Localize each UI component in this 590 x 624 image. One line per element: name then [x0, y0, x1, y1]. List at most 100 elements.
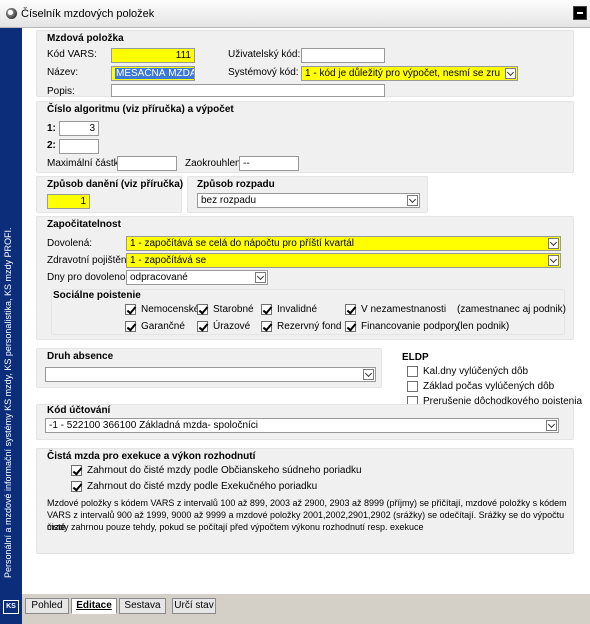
zdravotni-select[interactable]: 1 - započítává se — [126, 253, 561, 268]
popis-field[interactable] — [111, 84, 385, 97]
label-nemocenske: Nemocenské — [141, 304, 200, 315]
chevron-down-icon[interactable] — [548, 255, 559, 266]
label-rezervny-fond: Rezervný fond — [277, 321, 342, 332]
legend-zpusob-daneni: Způsob danění (viz příručka) — [47, 179, 184, 190]
app-icon — [6, 8, 17, 19]
label-garancne: Garančné — [141, 321, 185, 332]
legend-socialne: Sociálne poistenie — [53, 290, 141, 301]
panel-zapocitatelnost: Započitatelnost Dovolená: 1 - započítává… — [36, 216, 574, 340]
note-line-1: Mzdové položky s kódem VARS z intervalů … — [47, 498, 567, 508]
label-starobne: Starobné — [213, 304, 254, 315]
legend-cista-mzda: Čistá mzda pro exekuce a výkon rozhodnut… — [47, 451, 256, 462]
max-castka-field[interactable] — [117, 156, 177, 171]
legend-mzdova-polozka: Mzdová položka — [47, 33, 124, 44]
legend-zpusob-rozpadu: Způsob rozpadu — [197, 179, 275, 190]
label-uzivatelsky-kod: Uživatelský kód: — [228, 49, 301, 60]
label-exekucny-poriadok: Zahrnout do čisté mzdy podle Exekučného … — [87, 481, 318, 492]
note-zamestnanec-aj-podnik: (zamestnanec aj podnik) — [457, 304, 566, 315]
label-max-castka: Maximální částka — [47, 158, 125, 169]
label-urazove: Úrazové — [213, 321, 251, 332]
chevron-down-icon[interactable] — [505, 68, 516, 79]
label-zdravotni: Zdravotní pojištění: — [47, 255, 133, 266]
systemovy-kod-value: 1 - kód je důležitý pro výpočet, nesmí s… — [305, 68, 500, 79]
checkbox-kal-dny[interactable] — [407, 366, 418, 377]
label-algoritmus-2: 2: — [47, 140, 56, 151]
chevron-down-icon[interactable] — [407, 195, 418, 206]
legend-kod-uctovani: Kód účtování — [47, 405, 111, 416]
minimize-button[interactable] — [573, 6, 587, 20]
legend-druh-absence: Druh absence — [47, 351, 114, 362]
systemovy-kod-select[interactable]: 1 - kód je důležitý pro výpočet, nesmí s… — [301, 66, 518, 81]
title-bar: Číselník mzdových položek — [0, 0, 590, 28]
panel-zpusob-daneni: Způsob danění (viz příručka) 1 — [36, 176, 184, 213]
dny-value: odpracované — [130, 272, 188, 283]
druh-absence-select[interactable] — [45, 367, 376, 382]
form-content: Mzdová položka Kód VARS: 111 Název: MESA… — [22, 28, 590, 594]
label-zaokrouhleni: Zaokrouhlení: — [185, 158, 247, 169]
checkbox-starobne[interactable] — [197, 304, 208, 315]
label-v-nezamestnanosti: V nezamestnanosti — [361, 304, 447, 315]
checkbox-nemocenske[interactable] — [125, 304, 136, 315]
tab-pohled[interactable]: Pohled — [25, 598, 69, 614]
panel-algoritmus: Číslo algoritmu (viz příručka) a výpočet… — [36, 101, 574, 173]
label-popis: Popis: — [47, 86, 75, 97]
kod-uctovani-select[interactable]: -1 - 522100 366100 Základná mzda- spoloč… — [45, 418, 559, 433]
algoritmus-2-field[interactable] — [59, 139, 99, 154]
tab-editace[interactable]: Editace — [71, 598, 117, 614]
chevron-down-icon[interactable] — [546, 420, 557, 431]
kod-vars-field[interactable]: 111 — [111, 48, 195, 63]
window-title: Číselník mzdových položek — [21, 8, 155, 20]
checkbox-zaklad-pocas[interactable] — [407, 381, 418, 392]
legend-algoritmus: Číslo algoritmu (viz příručka) a výpočet — [47, 104, 234, 115]
uzivatelsky-kod-field[interactable] — [301, 48, 385, 63]
sidebar-text: Personální a mzdové informační systémy K… — [3, 227, 13, 578]
dny-select[interactable]: odpracované — [126, 270, 268, 285]
label-kod-vars: Kód VARS: — [47, 49, 97, 60]
panel-druh-absence: Druh absence — [36, 348, 382, 388]
checkbox-obciansky-poriadok[interactable] — [71, 465, 82, 476]
label-financovanie-podpory: Financovanie podpory — [361, 321, 460, 332]
panel-cista-mzda: Čistá mzda pro exekuce a výkon rozhodnut… — [36, 448, 574, 554]
ks-logo-icon: KS — [3, 600, 19, 614]
label-dny: Dny pro dovolenou: — [47, 272, 134, 283]
label-invalidne: Invalidné — [277, 304, 318, 315]
bottom-tab-bar: Pohled Editace Sestava Určí stav — [22, 594, 590, 624]
sidebar: Personální a mzdové informační systémy K… — [0, 28, 22, 624]
note-len-podnik: (len podnik) — [457, 321, 510, 332]
checkbox-rezervny-fond[interactable] — [261, 321, 272, 332]
zpusob-rozpadu-select[interactable]: bez rozpadu — [197, 193, 420, 208]
panel-kod-uctovani: Kód účtování -1 - 522100 366100 Základná… — [36, 404, 574, 440]
checkbox-urazove[interactable] — [197, 321, 208, 332]
legend-eldp: ELDP — [402, 352, 429, 363]
zpusob-daneni-field[interactable]: 1 — [47, 194, 90, 209]
checkbox-v-nezamestnanosti[interactable] — [345, 304, 356, 315]
dovolena-select[interactable]: 1 - započítává se celá do nápočtu pro př… — [126, 236, 561, 251]
nazev-field[interactable]: MESAČNÁ MZDA — [111, 66, 195, 81]
label-nazev: Název: — [47, 67, 79, 78]
chevron-down-icon[interactable] — [363, 369, 374, 380]
zaokrouhleni-field[interactable]: -- — [239, 156, 299, 171]
note-line-3: mzdy zahrnou pouze tehdy, pokud se počít… — [47, 522, 424, 532]
label-systemovy-kod: Systémový kód: — [228, 67, 299, 78]
tab-sestava[interactable]: Sestava — [119, 598, 166, 614]
label-dovolena: Dovolená: — [47, 238, 93, 249]
chevron-down-icon[interactable] — [548, 238, 559, 249]
panel-socialne-poistenie: Sociálne poistenie Nemocenské Starobné I… — [51, 289, 566, 335]
checkbox-exekucny-poriadok[interactable] — [71, 481, 82, 492]
checkbox-invalidne[interactable] — [261, 304, 272, 315]
label-kal-dny: Kal.dny vylúčených dôb — [423, 366, 529, 377]
panel-zpusob-rozpadu: Způsob rozpadu bez rozpadu — [187, 176, 428, 213]
kod-uctovani-value: -1 - 522100 366100 Základná mzda- spoloč… — [49, 420, 259, 431]
label-obciansky-poriadok: Zahrnout do čisté mzdy podle Občianskeho… — [87, 465, 362, 476]
panel-mzdova-polozka: Mzdová položka Kód VARS: 111 Název: MESA… — [36, 30, 574, 97]
legend-zapocitatelnost: Započitatelnost — [47, 219, 121, 230]
zdravotni-value: 1 - započítává se — [130, 255, 207, 266]
zpusob-rozpadu-value: bez rozpadu — [201, 195, 257, 206]
checkbox-garancne[interactable] — [125, 321, 136, 332]
algoritmus-1-field[interactable]: 3 — [59, 121, 99, 136]
tab-urci-stav[interactable]: Určí stav — [172, 598, 216, 614]
label-zaklad-pocas: Základ počas vylúčených dôb — [423, 381, 555, 392]
checkbox-financovanie-podpory[interactable] — [345, 321, 356, 332]
chevron-down-icon[interactable] — [255, 272, 266, 283]
nazev-value: MESAČNÁ MZDA — [115, 68, 194, 79]
